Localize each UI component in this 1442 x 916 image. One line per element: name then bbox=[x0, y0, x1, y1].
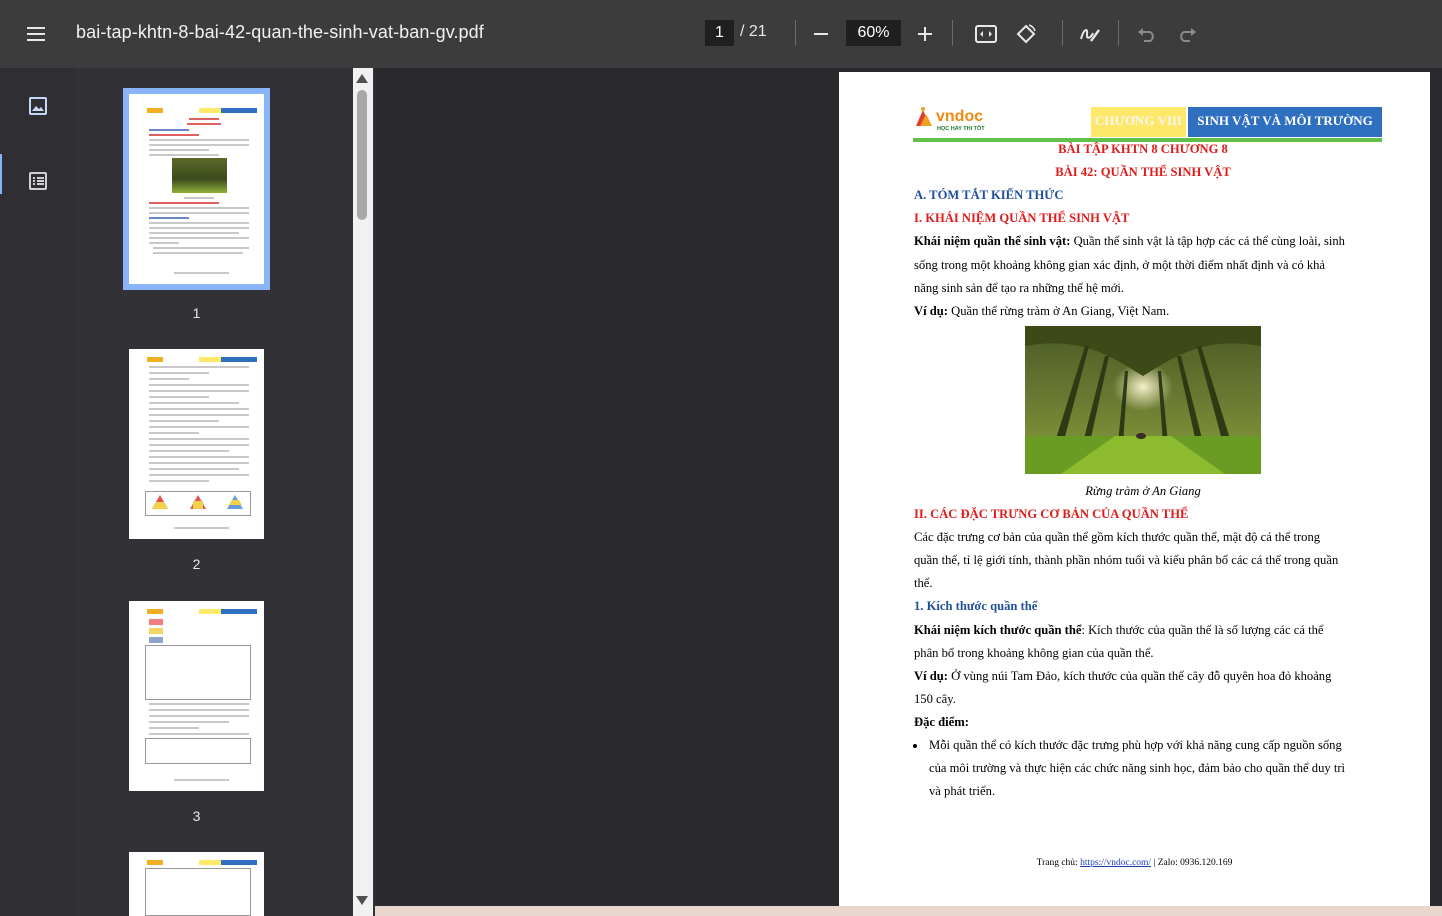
thumbnail-panel: 1 2 3 bbox=[75, 68, 375, 916]
page-thumbnail-4[interactable] bbox=[129, 852, 264, 916]
size-line-2: phân bố trong khoảng không gian của quần… bbox=[914, 646, 1154, 660]
section-2-heading: II. CÁC ĐẶC TRƯNG CƠ BẢN CỦA QUẦN THỂ bbox=[914, 507, 1189, 521]
thumbnails-button[interactable] bbox=[27, 95, 49, 117]
bullet-line-2: của môi trường và thực hiện các chức năn… bbox=[929, 761, 1346, 775]
toolbar-divider bbox=[795, 20, 796, 46]
doc-title-1: BÀI TẬP KHTN 8 CHƯƠNG 8 bbox=[1058, 142, 1228, 156]
example-line: Ví dụ: Quần thể rừng tràm ở An Giang, Vi… bbox=[914, 300, 1169, 323]
undo-button[interactable] bbox=[1133, 20, 1161, 48]
zoom-in-button[interactable] bbox=[911, 20, 939, 48]
example-2-line-2: 150 cây. bbox=[914, 692, 956, 706]
undo-icon bbox=[1138, 28, 1154, 42]
definition-line-2: sống trong một khoảng không gian xác địn… bbox=[914, 258, 1326, 272]
scroll-up-arrow[interactable] bbox=[356, 74, 368, 83]
page-number-input[interactable]: 1 bbox=[705, 20, 734, 46]
annotate-button[interactable] bbox=[1076, 20, 1104, 48]
pdf-page-1[interactable]: vndoc HỌC HAY THI TỐT CHƯƠNG VIII SINH V… bbox=[839, 72, 1430, 906]
thumb-header bbox=[199, 609, 221, 614]
subsection-1-heading: 1. Kích thước quần thể bbox=[914, 599, 1038, 613]
redo-button[interactable] bbox=[1173, 20, 1201, 48]
fit-page-icon bbox=[975, 25, 997, 43]
thumb-table bbox=[145, 738, 251, 764]
sidebar-rail bbox=[0, 68, 75, 916]
header-topic: SINH VẬT VÀ MÔI TRƯỜNG bbox=[1188, 107, 1382, 137]
thumbnails-icon bbox=[29, 97, 47, 115]
bullet-line-1: Mỗi quần thể có kích thước đặc trưng phù… bbox=[929, 738, 1342, 752]
definition-line-1: Khái niệm quần thể sinh vật: Quần thể si… bbox=[914, 230, 1345, 253]
size-line-1: Khái niệm kích thước quần thể: Kích thướ… bbox=[914, 619, 1323, 642]
page-total: / 21 bbox=[740, 23, 767, 40]
annotate-icon bbox=[1080, 29, 1100, 42]
page-header: CHƯƠNG VIII SINH VẬT VÀ MÔI TRƯỜNG bbox=[913, 107, 1382, 137]
redo-icon bbox=[1180, 28, 1196, 42]
section-2-line-3: thể. bbox=[914, 576, 933, 590]
thumb-table bbox=[145, 868, 251, 916]
outline-button[interactable] bbox=[27, 170, 49, 192]
example-2-label: Ví dụ: bbox=[914, 669, 948, 683]
footer-suffix: | Zalo: 0936.120.169 bbox=[1151, 858, 1233, 868]
rotate-icon bbox=[1016, 24, 1036, 44]
thumb-header bbox=[221, 609, 257, 614]
example-label: Ví dụ: bbox=[914, 304, 948, 318]
scrollbar-thumb[interactable] bbox=[357, 90, 367, 220]
section-1-heading: I. KHÁI NIỆM QUẦN THỂ SINH VẬT bbox=[914, 211, 1130, 225]
page-thumbnail-2[interactable] bbox=[129, 349, 264, 539]
thumb-logo bbox=[147, 108, 163, 113]
doc-title-2: BÀI 42: QUẦN THỂ SINH VẬT bbox=[1055, 165, 1231, 179]
thumb-header bbox=[199, 108, 221, 113]
example-text: Quần thể rừng tràm ở An Giang, Việt Nam. bbox=[947, 304, 1170, 318]
document-title: bai-tap-khtn-8-bai-42-quan-the-sinh-vat-… bbox=[76, 22, 484, 42]
zoom-in-icon bbox=[918, 27, 932, 41]
thumb-table bbox=[145, 645, 251, 700]
thumb-logo bbox=[147, 609, 163, 614]
toolbar-divider bbox=[1118, 20, 1119, 46]
zoom-level-input[interactable]: 60% bbox=[846, 20, 901, 46]
rotate-button[interactable] bbox=[1012, 20, 1040, 48]
size-label: Khái niệm kích thước quần thể bbox=[914, 623, 1082, 637]
example-2-text: Ở vùng núi Tam Đảo, kích thước của quần … bbox=[947, 669, 1332, 683]
scroll-down-arrow[interactable] bbox=[356, 896, 368, 905]
definition-text: Quần thể sinh vật là tập hợp các cá thể … bbox=[1070, 234, 1345, 248]
footer-link[interactable]: https://vndoc.com/ bbox=[1080, 858, 1151, 868]
bottom-strip bbox=[375, 906, 1442, 916]
thumbnail-label-2: 2 bbox=[192, 556, 201, 572]
pdf-toolbar: bai-tap-khtn-8-bai-42-quan-the-sinh-vat-… bbox=[0, 0, 1442, 68]
features-label: Đặc điểm: bbox=[914, 715, 969, 729]
rail-active-indicator bbox=[0, 154, 2, 194]
definition-line-3: năng sinh sản để tạo ra những thế hệ mới… bbox=[914, 281, 1125, 295]
forest-photo bbox=[1025, 326, 1261, 474]
fit-page-button[interactable] bbox=[972, 20, 1000, 48]
thumb-header bbox=[221, 108, 257, 113]
thumb-photo bbox=[172, 158, 227, 193]
toolbar-divider bbox=[1062, 20, 1063, 46]
thumb-logo bbox=[147, 357, 163, 362]
zoom-out-icon bbox=[814, 33, 828, 35]
thumb-header bbox=[199, 357, 221, 362]
photo-caption: Rừng tràm ở An Giang bbox=[1085, 484, 1201, 498]
definition-label: Khái niệm quần thể sinh vật: bbox=[914, 234, 1071, 248]
page-footer: Trang chủ: https://vndoc.com/ | Zalo: 09… bbox=[839, 858, 1430, 868]
section-2-line-1: Các đặc trưng cơ bản của quần thể gồm kí… bbox=[914, 530, 1321, 544]
header-chapter: CHƯƠNG VIII bbox=[1091, 107, 1186, 137]
size-text: : Kích thước của quần thể là số lượng cá… bbox=[1081, 623, 1324, 637]
menu-icon[interactable] bbox=[24, 22, 48, 46]
footer-prefix: Trang chủ: bbox=[1036, 858, 1081, 868]
page-thumbnail-1[interactable] bbox=[123, 88, 270, 290]
thumb-header bbox=[221, 357, 257, 362]
section-2-line-2: quần thể, tỉ lệ giới tính, thành phần nh… bbox=[914, 553, 1339, 567]
thumb-figure bbox=[145, 491, 251, 516]
toolbar-divider bbox=[952, 20, 953, 46]
zoom-out-button[interactable] bbox=[807, 20, 835, 48]
thumbnail-label-3: 3 bbox=[192, 808, 201, 824]
outline-icon bbox=[29, 172, 47, 190]
bullet-dot bbox=[913, 744, 917, 748]
section-a-heading: A. TÓM TẮT KIẾN THỨC bbox=[914, 188, 1064, 202]
bullet-line-3: và phát triển. bbox=[929, 784, 996, 798]
example-2-line-1: Ví dụ: Ở vùng núi Tam Đảo, kích thước củ… bbox=[914, 665, 1331, 688]
thumbnail-label-1: 1 bbox=[192, 305, 201, 321]
page-thumbnail-3[interactable] bbox=[129, 601, 264, 791]
